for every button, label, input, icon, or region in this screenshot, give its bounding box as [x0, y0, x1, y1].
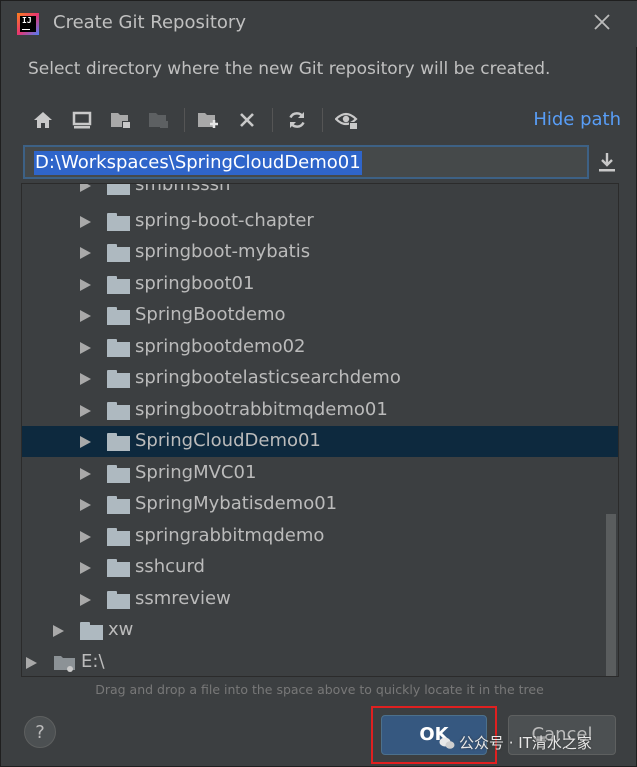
- expand-arrow-icon[interactable]: [80, 247, 91, 259]
- tree-row[interactable]: springbootrabbitmqdemo01: [22, 395, 618, 426]
- show-hidden-icon[interactable]: [333, 103, 361, 137]
- expand-arrow-icon[interactable]: [26, 657, 37, 669]
- tree-row[interactable]: xw: [22, 615, 618, 646]
- folder-icon: [107, 465, 130, 483]
- expand-arrow-icon[interactable]: [80, 373, 91, 385]
- download-icon[interactable]: [597, 151, 619, 175]
- expand-arrow-icon[interactable]: [80, 405, 91, 417]
- tree-scrollbar[interactable]: [606, 514, 616, 676]
- directory-tree[interactable]: smbmsssh spring-boot-chapter springboot-…: [21, 183, 619, 677]
- tree-row[interactable]: sshcurd: [22, 552, 618, 583]
- tree-item-label: ssmreview: [135, 588, 231, 609]
- tree-row[interactable]: ssmreview: [22, 584, 618, 615]
- tree-row[interactable]: SpringBootdemo: [22, 300, 618, 331]
- folder-icon: [107, 591, 130, 609]
- expand-arrow-icon[interactable]: [80, 216, 91, 228]
- expand-arrow-icon[interactable]: [80, 594, 91, 606]
- tree-row[interactable]: springboot-mybatis: [22, 237, 618, 268]
- tree-row[interactable]: springbootelasticsearchdemo: [22, 363, 618, 394]
- folder-icon: [107, 184, 130, 195]
- folder-icon: [107, 496, 130, 514]
- drag-drop-hint: Drag and drop a file into the space abov…: [95, 682, 544, 697]
- intellij-idea-icon: IJ: [17, 13, 39, 35]
- tree-item-label: E:\: [81, 651, 105, 672]
- expand-arrow-icon[interactable]: [53, 625, 64, 637]
- help-button[interactable]: ?: [24, 716, 56, 748]
- folder-icon: [107, 276, 130, 294]
- tree-row[interactable]: springboot01: [22, 269, 618, 300]
- expand-arrow-icon[interactable]: [80, 184, 91, 192]
- tree-item-label: SpringMybatisdemo01: [135, 493, 338, 514]
- tree-item-label: springboot-mybatis: [135, 241, 311, 262]
- tree-item-label: sshcurd: [135, 556, 205, 577]
- folder-icon: [107, 528, 130, 546]
- project-folder-icon[interactable]: [107, 103, 135, 137]
- folder-icon: [80, 622, 103, 640]
- hide-path-link[interactable]: Hide path: [533, 109, 621, 130]
- title-bar: IJ Create Git Repository: [1, 1, 637, 47]
- tree-item-label: spring-boot-chapter: [135, 210, 314, 231]
- dialog-title: Create Git Repository: [53, 12, 246, 33]
- folder-icon: [107, 307, 130, 325]
- expand-arrow-icon[interactable]: [80, 468, 91, 480]
- expand-arrow-icon[interactable]: [80, 562, 91, 574]
- wechat-icon: [439, 737, 455, 749]
- new-folder-icon[interactable]: [195, 103, 223, 137]
- tree-item-label: SpringMVC01: [135, 462, 257, 483]
- refresh-icon[interactable]: [283, 103, 311, 137]
- folder-icon: [107, 402, 130, 420]
- watermark: 公众号 · IT清水之家: [439, 732, 592, 753]
- folder-icon: [107, 244, 130, 262]
- tree-row[interactable]: springrabbitmqdemo: [22, 521, 618, 552]
- tree-row-selected[interactable]: SpringCloudDemo01: [22, 426, 618, 457]
- drive-icon: [53, 653, 77, 676]
- tree-row[interactable]: SpringMVC01: [22, 458, 618, 489]
- tree-row[interactable]: SpringMybatisdemo01: [22, 489, 618, 520]
- module-folder-icon[interactable]: [145, 103, 173, 137]
- desktop-icon[interactable]: [68, 103, 96, 137]
- watermark-text: 公众号 · IT清水之家: [459, 734, 592, 752]
- folder-icon: [107, 559, 130, 577]
- tree-item-label: smbmsssh: [135, 183, 231, 195]
- folder-icon: [107, 339, 130, 357]
- expand-arrow-icon[interactable]: [80, 531, 91, 543]
- tree-item-label: springbootelasticsearchdemo: [135, 367, 401, 388]
- home-icon[interactable]: [29, 103, 57, 137]
- expand-arrow-icon[interactable]: [80, 436, 91, 448]
- tree-item-label: xw: [108, 619, 134, 640]
- folder-icon: [107, 370, 130, 388]
- close-icon[interactable]: [590, 11, 614, 35]
- expand-arrow-icon[interactable]: [80, 499, 91, 511]
- expand-arrow-icon[interactable]: [80, 342, 91, 354]
- path-input[interactable]: D:\Workspaces\SpringCloudDemo01: [23, 145, 589, 179]
- tree-item-label: springrabbitmqdemo: [135, 525, 325, 546]
- expand-arrow-icon[interactable]: [80, 310, 91, 322]
- folder-icon: [107, 213, 130, 231]
- delete-icon[interactable]: [233, 103, 261, 137]
- tree-item-label: springbootdemo02: [135, 336, 306, 357]
- tree-item-label: springbootrabbitmqdemo01: [135, 399, 388, 420]
- file-chooser-toolbar: Hide path: [21, 103, 621, 137]
- tree-item-label: springboot01: [135, 273, 255, 294]
- tree-row[interactable]: spring-boot-chapter: [22, 206, 618, 237]
- path-selected-text: D:\Workspaces\SpringCloudDemo01: [34, 151, 362, 175]
- tree-item-label: SpringCloudDemo01: [135, 430, 321, 451]
- tree-row[interactable]: smbmsssh: [22, 183, 618, 201]
- dialog-description: Select directory where the new Git repos…: [28, 59, 551, 79]
- folder-icon: [107, 433, 130, 451]
- tree-item-label: SpringBootdemo: [135, 304, 286, 325]
- tree-row[interactable]: E:\: [22, 647, 618, 676]
- expand-arrow-icon[interactable]: [80, 279, 91, 291]
- tree-row[interactable]: springbootdemo02: [22, 332, 618, 363]
